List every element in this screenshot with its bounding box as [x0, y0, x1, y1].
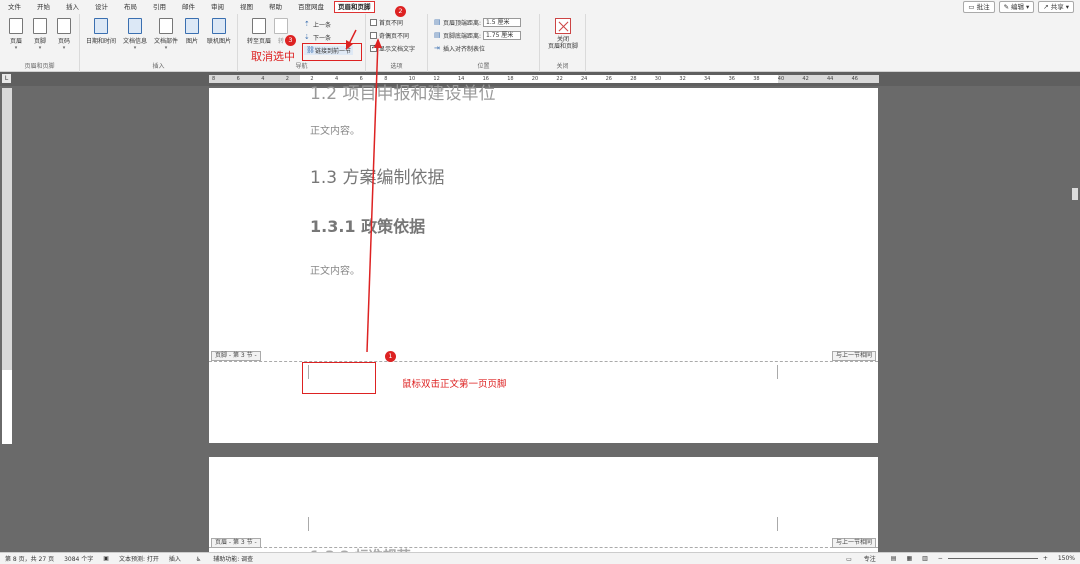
link-prev-highlight-box	[302, 43, 362, 61]
step-badge-2: 2	[395, 6, 406, 17]
page-count[interactable]: 第 8 页，共 27 页	[0, 554, 59, 563]
zoom-level[interactable]: 150%	[1053, 555, 1080, 562]
accessibility-icon: ♿	[195, 556, 202, 563]
footer-highlight-box	[302, 362, 376, 394]
annotation-note-1: 鼠标双击正文第一页页脚	[402, 379, 507, 390]
insert-mode[interactable]: 插入	[164, 554, 186, 563]
zoom-in-icon[interactable]: +	[1038, 555, 1053, 562]
arrowhead-icon	[374, 38, 382, 48]
zoom-out-icon[interactable]: −	[933, 555, 948, 562]
print-layout-icon[interactable]: ▦	[901, 555, 917, 562]
annotation-note-3: 取消选中	[251, 50, 295, 63]
step-badge-1: 1	[385, 351, 396, 362]
web-layout-icon[interactable]: ▥	[917, 555, 933, 562]
accessibility-status[interactable]: ♿ 辅助功能: 调查	[186, 554, 263, 563]
proofing-icon[interactable]: ▣	[98, 555, 114, 562]
step-badge-3: 3	[285, 35, 296, 46]
annotation-arrows	[346, 29, 382, 353]
zoom-slider[interactable]	[947, 558, 1038, 559]
focus-label: 专注	[863, 556, 876, 563]
annotation-arrow-long	[366, 39, 379, 353]
scrollbar-thumb[interactable]	[1072, 188, 1078, 200]
focus-icon: ▭	[846, 556, 852, 563]
word-count[interactable]: 3084 个字	[59, 554, 98, 563]
vertical-scrollbar[interactable]	[1070, 86, 1080, 552]
read-mode-icon[interactable]: ▤	[886, 555, 902, 562]
text-prediction[interactable]: 文本预测: 打开	[114, 554, 164, 563]
status-bar: 第 8 页，共 27 页 3084 个字 ▣ 文本预测: 打开 插入 ♿ 辅助功…	[0, 552, 1080, 564]
focus-mode[interactable]: ▭ 专注	[836, 554, 886, 563]
accessibility-label: 辅助功能: 调查	[213, 556, 254, 563]
